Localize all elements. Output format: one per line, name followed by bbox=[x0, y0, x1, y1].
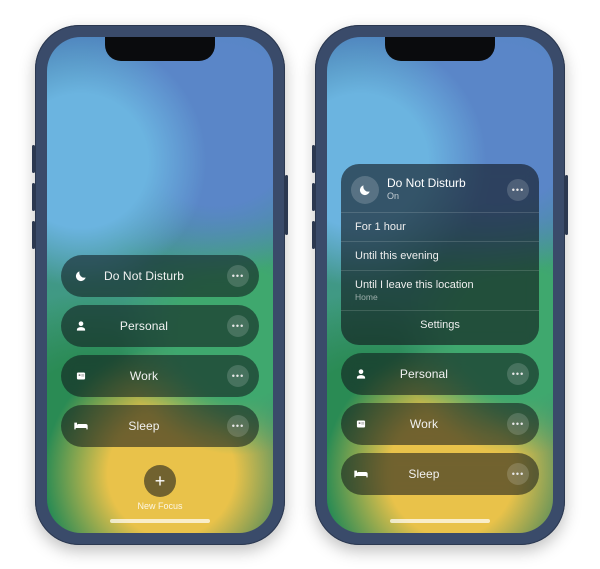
plus-icon: + bbox=[144, 465, 176, 497]
card-header: Do Not Disturb On ••• bbox=[341, 174, 539, 212]
option-label: For 1 hour bbox=[355, 221, 406, 233]
duration-option[interactable]: Until I leave this location Home bbox=[341, 270, 539, 310]
duration-option[interactable]: Until this evening bbox=[341, 241, 539, 270]
notch bbox=[105, 37, 215, 61]
home-indicator[interactable] bbox=[390, 519, 490, 523]
focus-item-sleep[interactable]: Sleep ••• bbox=[61, 405, 259, 447]
duration-option[interactable]: For 1 hour bbox=[341, 212, 539, 241]
option-label: Until this evening bbox=[355, 250, 439, 262]
card-title: Do Not Disturb bbox=[387, 177, 507, 190]
more-button[interactable]: ••• bbox=[227, 315, 249, 337]
option-label: Until I leave this location bbox=[355, 279, 474, 291]
focus-item-label: Personal bbox=[61, 319, 227, 333]
home-indicator[interactable] bbox=[110, 519, 210, 523]
notch bbox=[385, 37, 495, 61]
focus-item-sleep[interactable]: Sleep ••• bbox=[341, 453, 539, 495]
focus-item-personal[interactable]: Personal ••• bbox=[61, 305, 259, 347]
focus-item-label: Work bbox=[61, 369, 227, 383]
more-button[interactable]: ••• bbox=[227, 265, 249, 287]
focus-item-dnd[interactable]: Do Not Disturb ••• bbox=[61, 255, 259, 297]
focus-item-label: Sleep bbox=[341, 467, 507, 481]
focus-list: Do Not Disturb On ••• For 1 hour Until t… bbox=[341, 164, 539, 495]
more-button[interactable]: ••• bbox=[227, 365, 249, 387]
focus-item-label: Work bbox=[341, 417, 507, 431]
focus-item-label: Personal bbox=[341, 367, 507, 381]
more-button[interactable]: ••• bbox=[227, 415, 249, 437]
focus-item-work[interactable]: Work ••• bbox=[341, 403, 539, 445]
phone-right: Do Not Disturb On ••• For 1 hour Until t… bbox=[315, 25, 565, 545]
focus-panel: Do Not Disturb On ••• For 1 hour Until t… bbox=[327, 37, 553, 533]
screen: Do Not Disturb ••• Personal ••• bbox=[47, 37, 273, 533]
more-button[interactable]: ••• bbox=[507, 179, 529, 201]
new-focus-button[interactable]: + New Focus bbox=[137, 465, 182, 511]
more-button[interactable]: ••• bbox=[507, 463, 529, 485]
card-subtitle: On bbox=[387, 192, 507, 202]
focus-item-label: Do Not Disturb bbox=[61, 269, 227, 283]
card-title-box: Do Not Disturb On bbox=[387, 177, 507, 201]
focus-item-personal[interactable]: Personal ••• bbox=[341, 353, 539, 395]
focus-item-work[interactable]: Work ••• bbox=[61, 355, 259, 397]
moon-icon bbox=[351, 176, 379, 204]
focus-list: Do Not Disturb ••• Personal ••• bbox=[61, 255, 259, 447]
screen: Do Not Disturb On ••• For 1 hour Until t… bbox=[327, 37, 553, 533]
phone-left: Do Not Disturb ••• Personal ••• bbox=[35, 25, 285, 545]
stage: Do Not Disturb ••• Personal ••• bbox=[0, 0, 600, 569]
new-focus-label: New Focus bbox=[137, 501, 182, 511]
settings-button[interactable]: Settings bbox=[341, 310, 539, 339]
more-button[interactable]: ••• bbox=[507, 413, 529, 435]
focus-expanded-card: Do Not Disturb On ••• For 1 hour Until t… bbox=[341, 164, 539, 345]
option-sublabel: Home bbox=[355, 292, 525, 302]
focus-panel: Do Not Disturb ••• Personal ••• bbox=[47, 37, 273, 533]
more-button[interactable]: ••• bbox=[507, 363, 529, 385]
focus-item-label: Sleep bbox=[61, 419, 227, 433]
